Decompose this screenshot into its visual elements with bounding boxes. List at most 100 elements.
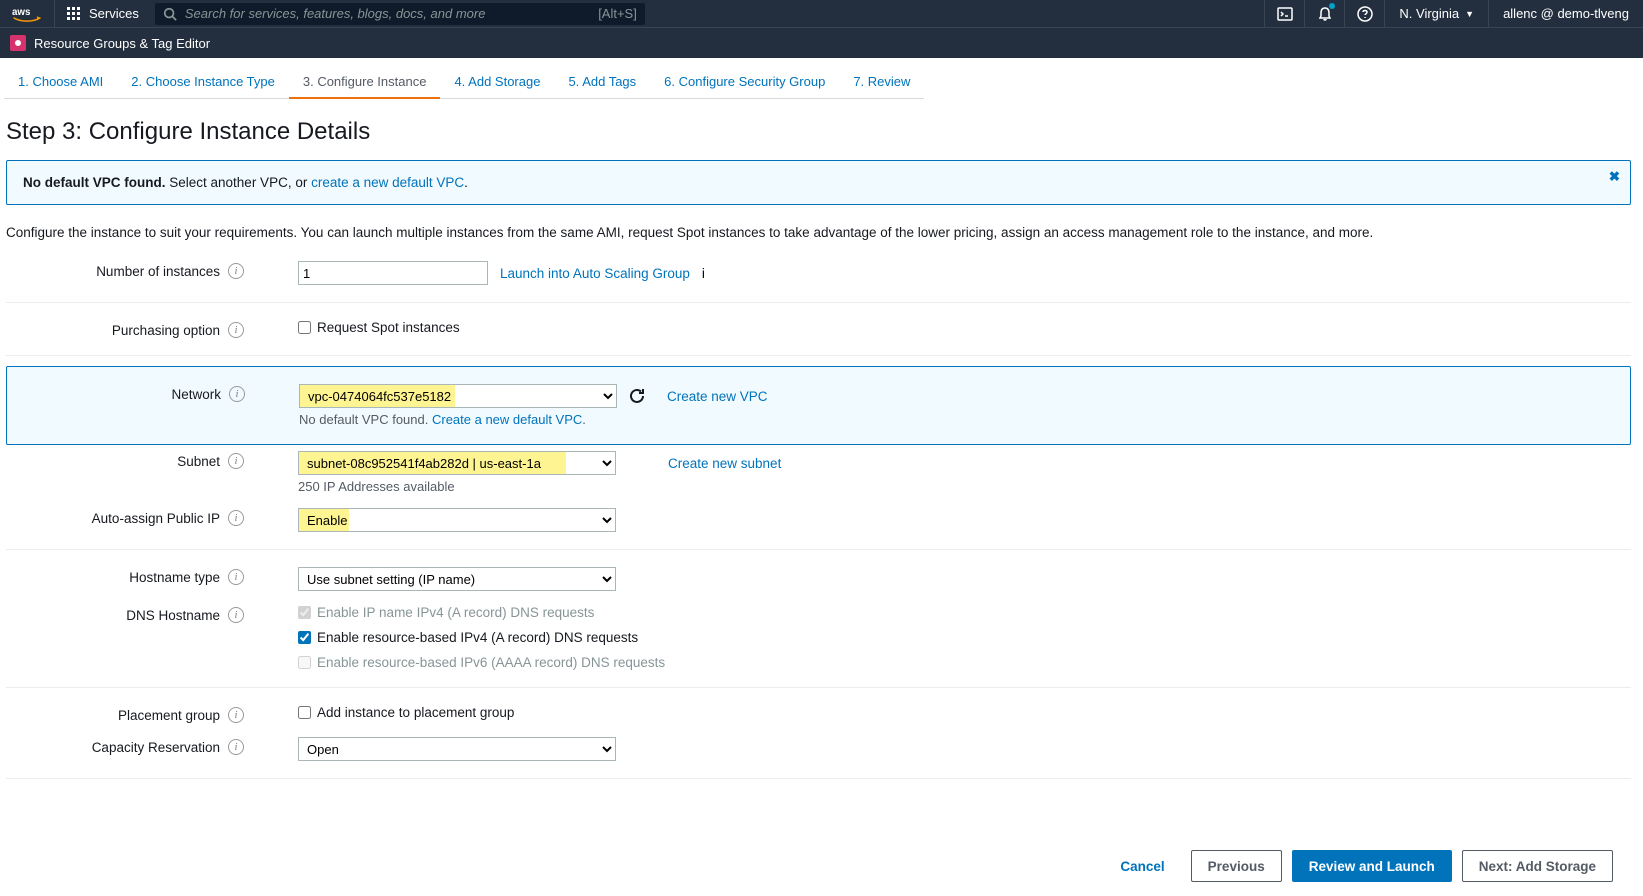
row-capacity: Capacity Reservation i Open [6, 730, 1631, 768]
row-placement: Placement group i Add instance to placeme… [6, 698, 1631, 730]
page-title: Step 3: Configure Instance Details [6, 118, 1635, 146]
row-network: Network i vpc-0474064fc537e5182 Create ne… [7, 377, 1630, 434]
wizard-tab[interactable]: 4. Add Storage [440, 70, 554, 99]
form-scroll-area[interactable]: ✖ No default VPC found. Select another V… [2, 160, 1635, 790]
capacity-select[interactable]: Open [298, 737, 616, 761]
region-label: N. Virginia [1399, 6, 1459, 21]
label-network: Network [171, 387, 221, 402]
review-and-launch-button[interactable]: Review and Launch [1292, 850, 1452, 882]
refresh-icon[interactable] [629, 388, 645, 404]
dns-resource-ipv4-checkbox[interactable] [298, 631, 311, 644]
notifications-button[interactable] [1304, 0, 1344, 27]
subnet-select[interactable]: subnet-08c952541f4ab282d | us-east-1a [298, 451, 616, 475]
network-select[interactable]: vpc-0474064fc537e5182 [299, 384, 617, 408]
wizard-tabs: 1. Choose AMI 2. Choose Instance Type 3.… [0, 58, 1643, 100]
divider [6, 778, 1631, 779]
placement-cb-label: Add instance to placement group [317, 705, 514, 720]
sub-nav: Resource Groups & Tag Editor [0, 27, 1643, 58]
close-alert-button[interactable]: ✖ [1609, 169, 1620, 185]
label-hostname-type: Hostname type [129, 570, 220, 585]
label-purchasing: Purchasing option [112, 323, 220, 338]
info-icon[interactable]: i [228, 263, 244, 279]
info-icon[interactable]: i [228, 569, 244, 585]
cancel-button[interactable]: Cancel [1104, 850, 1180, 882]
search-icon [163, 7, 177, 21]
row-dns-hostname: DNS Hostnamei Enable IP name IPv4 (A rec… [6, 598, 1631, 677]
info-icon[interactable]: i [228, 607, 244, 623]
alert-bold: No default VPC found. [23, 175, 166, 190]
alert-link[interactable]: create a new default VPC [311, 175, 464, 190]
label-dns-hostname: DNS Hostname [126, 608, 220, 623]
row-hostname-type: Hostname type i Use subnet setting (IP na… [6, 560, 1631, 598]
label-subnet: Subnet [177, 454, 220, 469]
wizard-tab[interactable]: 2. Choose Instance Type [117, 70, 289, 99]
info-icon[interactable]: i [228, 453, 244, 469]
row-num-instances: Number of instances i Launch into Auto Sc… [6, 254, 1631, 292]
wizard-footer: Cancel Previous Review and Launch Next: … [0, 836, 1625, 896]
wizard-tab[interactable]: 5. Add Tags [554, 70, 650, 99]
resource-groups-label: Resource Groups & Tag Editor [34, 36, 210, 51]
label-capacity: Capacity Reservation [92, 740, 220, 755]
wizard-tab[interactable]: 1. Choose AMI [4, 70, 117, 99]
label-auto-ip: Auto-assign Public IP [92, 511, 220, 526]
num-instances-input[interactable] [298, 261, 488, 285]
caret-down-icon: ▼ [1465, 9, 1474, 19]
help-button[interactable] [1344, 0, 1384, 27]
info-icon[interactable]: i [228, 739, 244, 755]
row-subnet: Subneti subnet-08c952541f4ab282d | us-ea… [6, 449, 1631, 501]
global-search[interactable]: Search for services, features, blogs, do… [155, 3, 645, 25]
search-hotkey: [Alt+S] [598, 6, 637, 21]
wizard-tab[interactable]: 7. Review [839, 70, 924, 99]
info-icon[interactable]: i [228, 707, 244, 723]
info-icon[interactable]: i [228, 510, 244, 526]
row-domain-join: Domain join directoryi No directory Crea… [6, 789, 1631, 790]
spot-checkbox[interactable] [298, 321, 311, 334]
dns-resource-ipv6-checkbox [298, 656, 311, 669]
create-vpc-link[interactable]: Create new VPC [667, 389, 768, 404]
region-selector[interactable]: N. Virginia ▼ [1384, 0, 1488, 27]
label-num-instances: Number of instances [96, 264, 220, 279]
next-button[interactable]: Next: Add Storage [1462, 850, 1613, 882]
grid-icon [67, 7, 81, 21]
asg-link[interactable]: Launch into Auto Scaling Group [500, 266, 690, 281]
info-icon[interactable]: i [229, 386, 245, 402]
resource-groups-link[interactable]: Resource Groups & Tag Editor [10, 35, 210, 51]
aws-logo[interactable]: aws [0, 0, 55, 27]
row-purchasing: Purchasing option i Request Spot instance… [6, 313, 1631, 345]
auto-ip-select[interactable]: Enable [298, 508, 616, 532]
global-nav: aws Services Search for services, featur… [0, 0, 1643, 27]
services-label: Services [89, 6, 139, 21]
label-placement: Placement group [118, 708, 220, 723]
wizard-tab[interactable]: 6. Configure Security Group [650, 70, 839, 99]
account-menu[interactable]: allenc @ demo-tlveng [1488, 0, 1643, 27]
aws-logo-icon: aws [12, 5, 42, 23]
divider [6, 355, 1631, 356]
divider [6, 687, 1631, 688]
cloudshell-icon [1277, 6, 1293, 22]
account-label: allenc @ demo-tlveng [1503, 6, 1629, 21]
dns-ipv4-ipname-checkbox [298, 606, 311, 619]
network-highlighted-group: Network i vpc-0474064fc537e5182 Create ne… [6, 366, 1631, 445]
create-subnet-link[interactable]: Create new subnet [668, 456, 781, 471]
page-description: Configure the instance to suit your requ… [6, 225, 1631, 240]
previous-button[interactable]: Previous [1191, 850, 1282, 882]
info-icon[interactable]: i [228, 322, 244, 338]
subnet-helper: 250 IP Addresses available [298, 479, 781, 494]
cloudshell-button[interactable] [1264, 0, 1304, 27]
wizard-tab[interactable]: 3. Configure Instance [289, 70, 441, 99]
alert-text: Select another VPC, or [166, 175, 312, 190]
svg-text:aws: aws [12, 6, 31, 17]
create-default-vpc-link[interactable]: Create a new default VPC [432, 412, 582, 427]
divider [6, 302, 1631, 303]
notification-dot-icon [1329, 3, 1335, 9]
search-placeholder: Search for services, features, blogs, do… [185, 6, 486, 21]
info-icon[interactable]: i [702, 266, 705, 281]
help-icon [1357, 6, 1373, 22]
hostname-type-select[interactable]: Use subnet setting (IP name) [298, 567, 616, 591]
spot-label: Request Spot instances [317, 320, 460, 335]
services-menu[interactable]: Services [55, 0, 151, 27]
info-alert: ✖ No default VPC found. Select another V… [6, 160, 1631, 205]
row-auto-ip: Auto-assign Public IP i Enable [6, 501, 1631, 539]
placement-checkbox[interactable] [298, 706, 311, 719]
resource-groups-icon [10, 35, 26, 51]
